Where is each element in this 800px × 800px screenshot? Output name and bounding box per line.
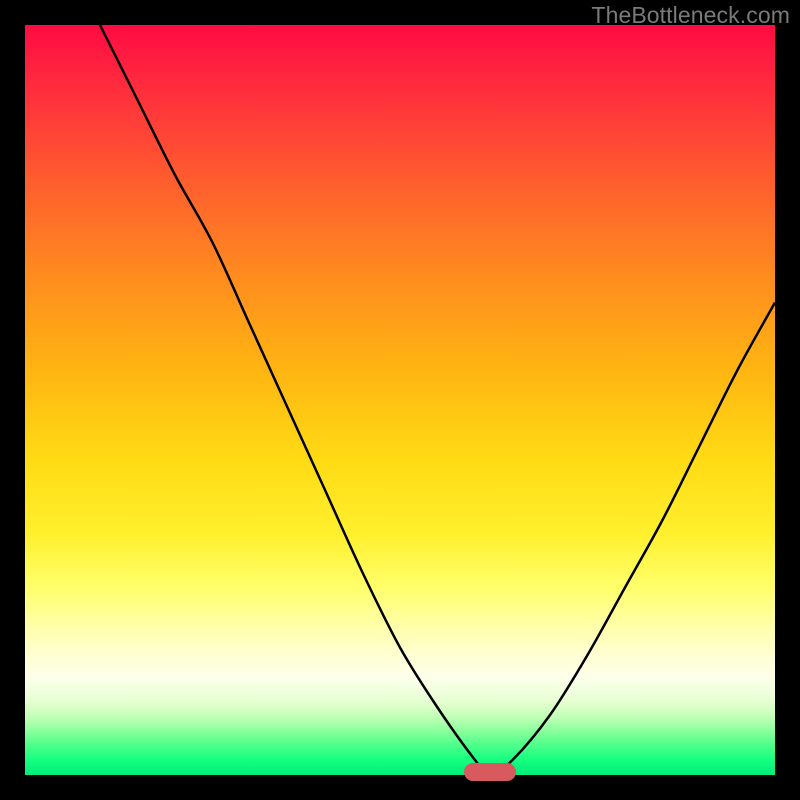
chart-frame: TheBottleneck.com [0,0,800,800]
optimum-marker [464,763,517,781]
plot-area [25,25,775,775]
bottleneck-curve [25,25,775,775]
watermark-text: TheBottleneck.com [591,2,790,29]
